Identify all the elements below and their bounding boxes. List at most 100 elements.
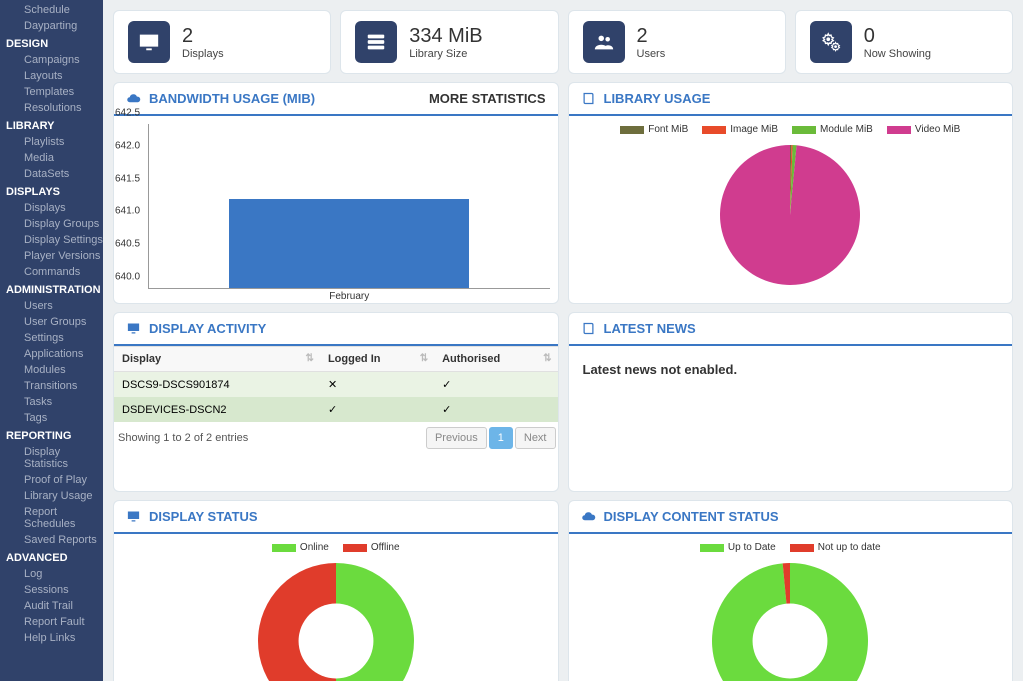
sidebar-item-user-groups[interactable]: User Groups <box>0 314 103 330</box>
bandwidth-chart: 640.0640.5641.0641.5642.0642.5February <box>148 124 550 289</box>
sidebar-heading: DISPLAYS <box>0 182 103 200</box>
cell-display: DSDEVICES-DSCN2 <box>114 397 320 422</box>
sidebar-item-library-usage[interactable]: Library Usage <box>0 488 103 504</box>
stat-value: 334 MiB <box>409 25 482 48</box>
legend-item: Font MiB <box>620 124 688 135</box>
stat-card-now-showing[interactable]: 0Now Showing <box>795 10 1013 74</box>
stat-card-displays[interactable]: 2Displays <box>113 10 331 74</box>
display-icon <box>126 509 141 524</box>
legend-item: Online <box>272 542 329 553</box>
panel-title: BANDWIDTH USAGE (MIB) <box>126 91 315 106</box>
sidebar-item-help-links[interactable]: Help Links <box>0 630 103 646</box>
latest-news-panel: LATEST NEWS Latest news not enabled. <box>568 312 1014 492</box>
sidebar-item-proof-of-play[interactable]: Proof of Play <box>0 472 103 488</box>
ytick: 640.0 <box>115 272 140 283</box>
news-text: Latest news not enabled. <box>577 350 1005 389</box>
legend-item: Module MiB <box>792 124 873 135</box>
sidebar-item-playlists[interactable]: Playlists <box>0 134 103 150</box>
table-row[interactable]: DSDEVICES-DSCN2✓✓ <box>114 397 558 422</box>
ytick: 641.0 <box>115 206 140 217</box>
display-content-status-panel: DISPLAY CONTENT STATUS Up to DateNot up … <box>568 500 1014 681</box>
sidebar-item-datasets[interactable]: DataSets <box>0 166 103 182</box>
sidebar-heading: ADMINISTRATION <box>0 280 103 298</box>
sidebar-item-modules[interactable]: Modules <box>0 362 103 378</box>
panel-title: LIBRARY USAGE <box>581 91 711 106</box>
status-donut <box>122 557 550 681</box>
xtick: February <box>329 291 369 302</box>
more-statistics-link[interactable]: MORE STATISTICS <box>429 91 546 106</box>
stat-value: 2 <box>637 25 666 48</box>
sidebar-item-display-settings[interactable]: Display Settings <box>0 232 103 248</box>
cell-authorised: ✓ <box>434 397 557 422</box>
main-content: 2Displays334 MiBLibrary Size2Users0Now S… <box>103 0 1023 681</box>
cell-authorised: ✓ <box>434 372 557 398</box>
sidebar-item-tags[interactable]: Tags <box>0 410 103 426</box>
sidebar-item-report-fault[interactable]: Report Fault <box>0 614 103 630</box>
sidebar-item-saved-reports[interactable]: Saved Reports <box>0 532 103 548</box>
ytick: 642.0 <box>115 140 140 151</box>
stat-card-library-size[interactable]: 334 MiBLibrary Size <box>340 10 558 74</box>
stat-card-users[interactable]: 2Users <box>568 10 786 74</box>
sidebar-item-player-versions[interactable]: Player Versions <box>0 248 103 264</box>
legend-item: Image MiB <box>702 124 778 135</box>
prev-button[interactable]: Previous <box>426 427 487 449</box>
sidebar-heading: ADVANCED <box>0 548 103 566</box>
sidebar-item-applications[interactable]: Applications <box>0 346 103 362</box>
sidebar-item-layouts[interactable]: Layouts <box>0 68 103 84</box>
panel-title: LATEST NEWS <box>581 321 696 336</box>
library-pie <box>577 139 1005 295</box>
sidebar-item-settings[interactable]: Settings <box>0 330 103 346</box>
sidebar-item-display-groups[interactable]: Display Groups <box>0 216 103 232</box>
sidebar-item-displays[interactable]: Displays <box>0 200 103 216</box>
col-header[interactable]: Logged In⇅ <box>320 347 434 372</box>
cell-logged-in: ✕ <box>320 372 434 398</box>
panel-title: DISPLAY ACTIVITY <box>126 321 266 336</box>
panel-title: DISPLAY CONTENT STATUS <box>581 509 779 524</box>
ytick: 641.5 <box>115 173 140 184</box>
sidebar-item-users[interactable]: Users <box>0 298 103 314</box>
sidebar-heading: REPORTING <box>0 426 103 444</box>
sidebar-item-tasks[interactable]: Tasks <box>0 394 103 410</box>
sidebar-item-media[interactable]: Media <box>0 150 103 166</box>
table-row[interactable]: DSCS9-DSCS901874✕✓ <box>114 372 558 398</box>
sidebar-item-schedule[interactable]: Schedule <box>0 2 103 18</box>
library-usage-panel: LIBRARY USAGE Font MiB Image MiB Module Mi… <box>568 82 1014 304</box>
table-info: Showing 1 to 2 of 2 entries <box>116 426 250 450</box>
sidebar-heading: LIBRARY <box>0 116 103 134</box>
cell-logged-in: ✓ <box>320 397 434 422</box>
stat-label: Library Size <box>409 48 482 60</box>
page-1-button[interactable]: 1 <box>489 427 513 449</box>
content-donut <box>577 557 1005 681</box>
sidebar-item-dayparting[interactable]: Dayparting <box>0 18 103 34</box>
pagination: Previous 1 Next <box>426 427 556 449</box>
cloud-icon <box>581 509 596 524</box>
stat-value: 2 <box>182 25 224 48</box>
ytick: 642.5 <box>115 108 140 119</box>
stat-label: Now Showing <box>864 48 931 60</box>
sidebar-item-display-statistics[interactable]: Display Statistics <box>0 444 103 472</box>
display-icon <box>128 21 170 63</box>
col-header[interactable]: Authorised⇅ <box>434 347 557 372</box>
library-legend: Font MiB Image MiB Module MiB Video MiB <box>577 120 1005 139</box>
sidebar-item-campaigns[interactable]: Campaigns <box>0 52 103 68</box>
book-icon <box>581 91 596 106</box>
stat-label: Users <box>637 48 666 60</box>
display-activity-panel: DISPLAY ACTIVITY Display⇅Logged In⇅Autho… <box>113 312 559 492</box>
sidebar-item-resolutions[interactable]: Resolutions <box>0 100 103 116</box>
sidebar-item-report-schedules[interactable]: Report Schedules <box>0 504 103 532</box>
bar <box>229 199 469 288</box>
cloud-icon <box>126 91 141 106</box>
sidebar-item-templates[interactable]: Templates <box>0 84 103 100</box>
status-legend: OnlineOffline <box>122 538 550 557</box>
sidebar-item-audit-trail[interactable]: Audit Trail <box>0 598 103 614</box>
stat-value: 0 <box>864 25 931 48</box>
sidebar-item-commands[interactable]: Commands <box>0 264 103 280</box>
next-button[interactable]: Next <box>515 427 556 449</box>
legend-item: Video MiB <box>887 124 960 135</box>
sidebar-item-log[interactable]: Log <box>0 566 103 582</box>
sidebar-item-transitions[interactable]: Transitions <box>0 378 103 394</box>
col-header[interactable]: Display⇅ <box>114 347 320 372</box>
gears-icon <box>810 21 852 63</box>
sidebar-item-sessions[interactable]: Sessions <box>0 582 103 598</box>
users-icon <box>583 21 625 63</box>
